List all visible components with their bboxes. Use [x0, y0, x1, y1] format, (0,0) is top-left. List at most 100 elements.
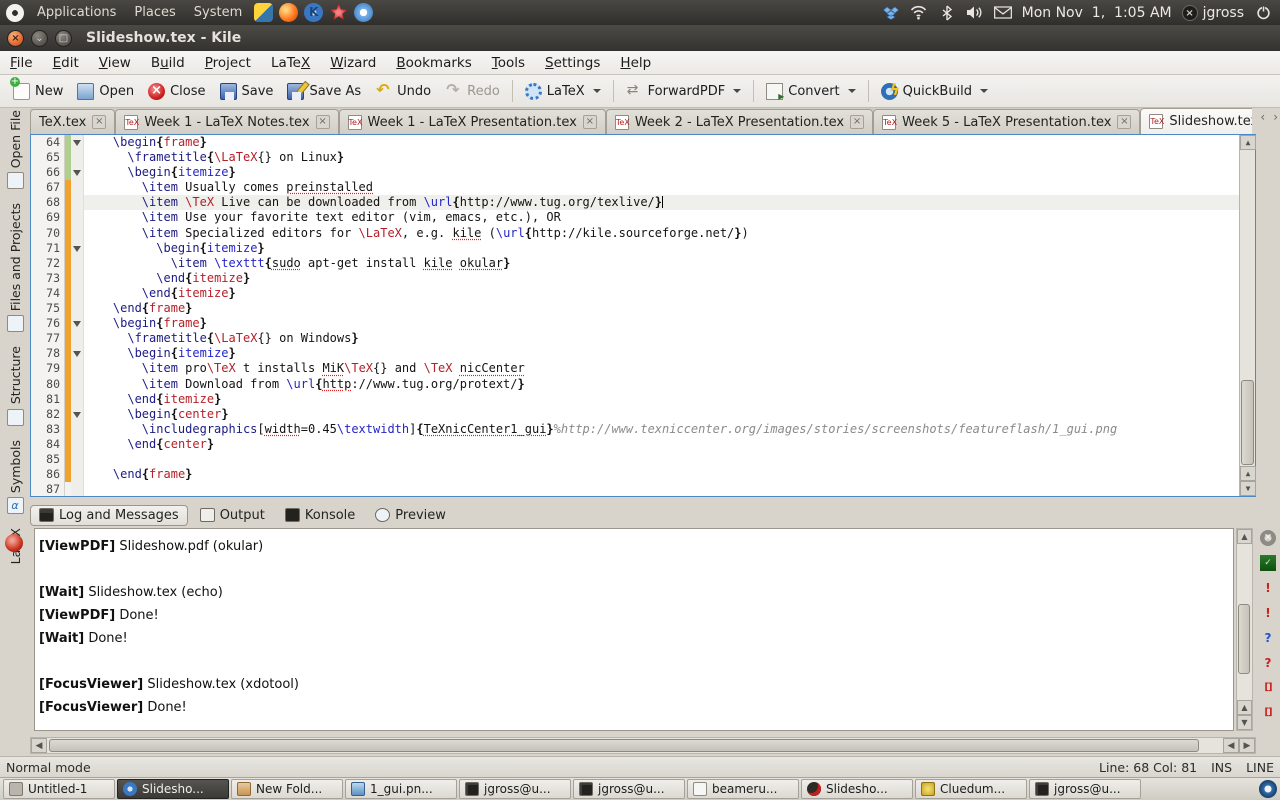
editor-scroll-thumb[interactable]	[1241, 380, 1254, 465]
bottom-tab-konsole[interactable]: Konsole	[277, 506, 363, 525]
taskbar-item-1-gui-pn-[interactable]: 1_gui.pn...	[345, 779, 457, 799]
taskbar-item-beameru-[interactable]: beameru...	[687, 779, 799, 799]
tab-close-icon[interactable]: ×	[316, 115, 330, 129]
fold-marker-icon[interactable]	[71, 316, 83, 331]
next-error-icon[interactable]: !	[1260, 605, 1276, 621]
code-line-80[interactable]: \item Download from \url{http://www.tug.…	[84, 377, 1239, 392]
menu-help[interactable]: Help	[610, 55, 661, 71]
hide-log-icon[interactable]: ×	[1260, 530, 1276, 546]
menu-edit[interactable]: Edit	[43, 55, 89, 71]
log-messages-view[interactable]: [ViewPDF] Slideshow.pdf (okular)[Wait] S…	[34, 528, 1234, 731]
taskbar-item-slidesho-[interactable]: Slidesho...	[801, 779, 913, 799]
code-line-75[interactable]: \end{frame}	[84, 301, 1239, 316]
firefox-icon[interactable]	[279, 3, 298, 22]
code-line-77[interactable]: \frametitle{\LaTeX{} on Windows}	[84, 331, 1239, 346]
code-line-87[interactable]	[84, 482, 1239, 496]
code-line-65[interactable]: \frametitle{\LaTeX{} on Linux}	[84, 150, 1239, 165]
code-line-84[interactable]: \end{center}	[84, 437, 1239, 452]
code-line-82[interactable]: \begin{center}	[84, 407, 1239, 422]
scroll-up-icon[interactable]: ▲	[1240, 135, 1256, 150]
open-button[interactable]: Open	[70, 80, 141, 103]
menu-project[interactable]: Project	[195, 55, 261, 71]
code-line-74[interactable]: \end{itemize}	[84, 286, 1239, 301]
window-minimize-button[interactable]: ⌄	[31, 30, 48, 47]
latex-button[interactable]: LaTeX	[518, 80, 608, 103]
redo-button[interactable]: Redo	[438, 80, 507, 103]
kile-log-icon[interactable]	[5, 534, 23, 552]
taskbar-item-jgross-u-[interactable]: jgross@u...	[573, 779, 685, 799]
mail-icon[interactable]	[994, 4, 1012, 22]
previous-badbox-icon[interactable]: []	[1260, 680, 1276, 696]
horizontal-scrollbar[interactable]: ◀ ◀ ▶	[30, 737, 1256, 754]
menu-applications[interactable]: Applications	[28, 0, 125, 25]
window-close-button[interactable]: ×	[7, 30, 24, 47]
starburst-icon[interactable]	[329, 3, 348, 22]
editor-vscrollbar[interactable]: ▲ ▲ ▼	[1239, 135, 1255, 496]
menu-build[interactable]: Build	[141, 55, 195, 71]
dropbox-icon[interactable]	[882, 4, 900, 22]
volume-icon[interactable]	[966, 4, 984, 22]
tab-scroll-right-icon[interactable]: ›	[1273, 110, 1278, 124]
fold-marker-icon[interactable]	[71, 346, 83, 361]
chevron-down-icon[interactable]	[848, 89, 856, 93]
hscroll-left-icon[interactable]: ◀	[31, 738, 47, 753]
code-line-78[interactable]: \begin{itemize}	[84, 346, 1239, 361]
menu-settings[interactable]: Settings	[535, 55, 610, 71]
menu-tools[interactable]: Tools	[482, 55, 535, 71]
log-scroll-up2-icon[interactable]: ▲	[1237, 700, 1252, 715]
tab-close-icon[interactable]: ×	[850, 115, 864, 129]
code-line-69[interactable]: \item Use your favorite text editor (vim…	[84, 210, 1239, 225]
power-icon[interactable]	[1254, 4, 1272, 22]
taskbar-item-new-fold-[interactable]: New Fold...	[231, 779, 343, 799]
menu-bookmarks[interactable]: Bookmarks	[386, 55, 481, 71]
menu-view[interactable]: View	[89, 55, 141, 71]
tab-week-5-latex-presentation-tex[interactable]: TeXWeek 5 - LaTeX Presentation.tex×	[873, 109, 1140, 134]
log-scroll-down-icon[interactable]: ▼	[1237, 715, 1252, 730]
tab-week-2-latex-presentation-tex[interactable]: TeXWeek 2 - LaTeX Presentation.tex×	[606, 109, 873, 134]
next-warning-icon[interactable]: ?	[1260, 655, 1276, 671]
taskbar-item-slidesho-[interactable]: Slidesho...	[117, 779, 229, 799]
window-maximize-button[interactable]: □	[55, 30, 72, 47]
hscroll-left2-icon[interactable]: ◀	[1223, 738, 1239, 753]
taskbar-item-jgross-u-[interactable]: jgross@u...	[459, 779, 571, 799]
new-button[interactable]: New	[6, 80, 70, 103]
code-line-86[interactable]: \end{frame}	[84, 467, 1239, 482]
scroll-down-icon[interactable]: ▼	[1240, 481, 1256, 496]
fold-marker-icon[interactable]	[71, 135, 83, 150]
chevron-down-icon[interactable]	[593, 89, 601, 93]
close-button[interactable]: Close	[141, 80, 212, 103]
sidebar-item-files-and-projects[interactable]: Files and Projects	[7, 203, 24, 332]
undo-button[interactable]: Undo	[368, 80, 438, 103]
fold-marker-icon[interactable]	[71, 241, 83, 256]
tab-close-icon[interactable]: ×	[92, 115, 106, 129]
code-line-81[interactable]: \end{itemize}	[84, 392, 1239, 407]
forwardpdf-button[interactable]: ForwardPDF	[619, 80, 749, 103]
previous-error-icon[interactable]: !	[1260, 580, 1276, 596]
sidebar-item-symbols[interactable]: Symbolsα	[7, 440, 24, 514]
hscroll-thumb[interactable]	[49, 739, 1199, 752]
code-line-71[interactable]: \begin{itemize}	[84, 241, 1239, 256]
scroll-up2-icon[interactable]: ▲	[1240, 466, 1256, 481]
fold-marker-icon[interactable]	[71, 165, 83, 180]
taskbar-item-jgross-u-[interactable]: jgross@u...	[1029, 779, 1141, 799]
save-as-button[interactable]: Save As	[280, 80, 368, 103]
code-line-70[interactable]: \item Specialized editors for \LaTeX, e.…	[84, 226, 1239, 241]
hscroll-right-icon[interactable]: ▶	[1239, 738, 1255, 753]
log-scroll-up-icon[interactable]: ▲	[1237, 529, 1252, 544]
sidebar-item-structure[interactable]: Structure	[7, 346, 24, 425]
tab-slideshow-tex[interactable]: TeXSlideshow.tex×	[1140, 108, 1252, 134]
next-badbox-icon[interactable]: []	[1260, 705, 1276, 721]
tab-scroll-left-icon[interactable]: ‹	[1260, 110, 1265, 124]
code-line-68[interactable]: \item \TeX Live can be downloaded from \…	[84, 195, 1239, 210]
sidebar-item-open-file[interactable]: Open File	[7, 110, 24, 189]
chevron-down-icon[interactable]	[733, 89, 741, 93]
clock[interactable]: Mon Nov 1, 1:05 AM	[1022, 5, 1172, 21]
menu-places[interactable]: Places	[125, 0, 184, 25]
bluetooth-icon[interactable]	[938, 4, 956, 22]
code-area[interactable]: \begin{frame} \frametitle{\LaTeX{} on Li…	[84, 135, 1239, 496]
kile-icon[interactable]: K	[304, 3, 323, 22]
chevron-down-icon[interactable]	[980, 89, 988, 93]
editor-view[interactable]: 6465666768697071727374757677787980818283…	[30, 134, 1256, 497]
code-line-76[interactable]: \begin{frame}	[84, 316, 1239, 331]
previous-warning-icon[interactable]: ?	[1260, 630, 1276, 646]
